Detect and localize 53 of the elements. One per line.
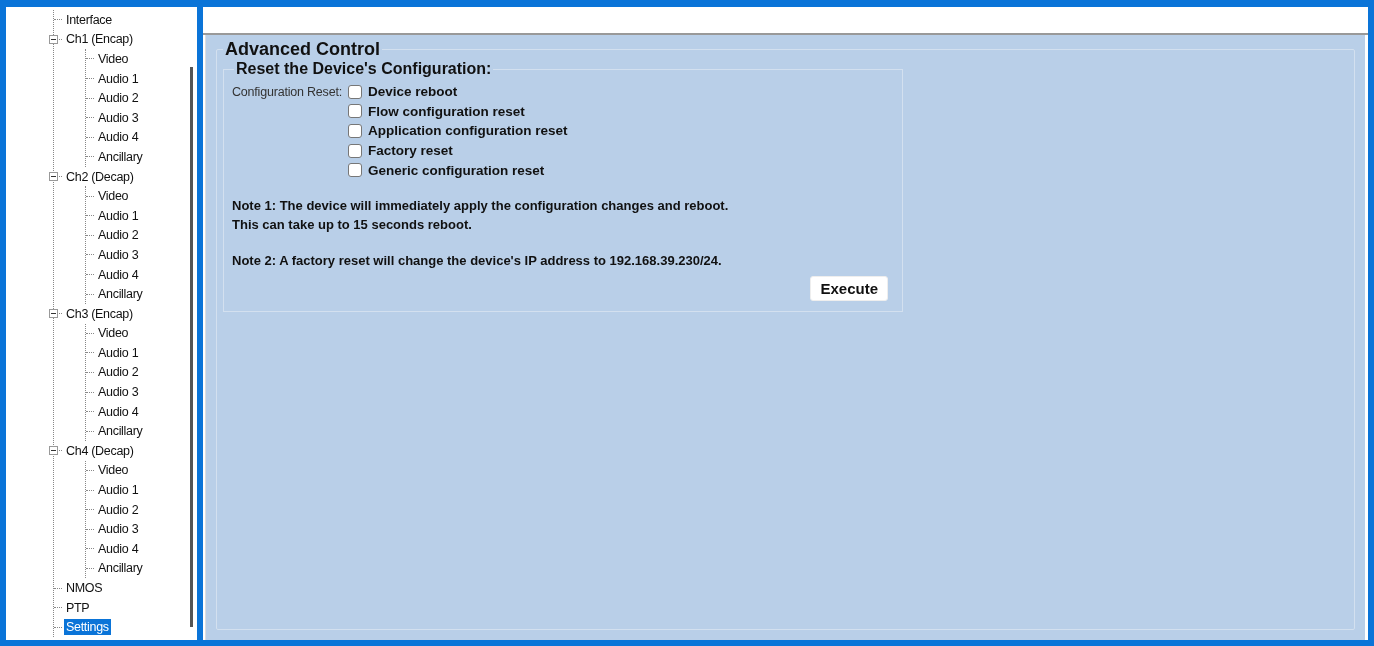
collapse-icon[interactable] — [49, 309, 58, 319]
tree-item[interactable]: Audio 1 — [96, 70, 141, 87]
tree-item[interactable]: Ancillary — [96, 423, 145, 440]
tree-item[interactable]: Audio 4 — [96, 540, 141, 557]
tree-item[interactable]: Ch4 (Decap) — [64, 442, 136, 459]
tree-item[interactable]: Ancillary — [96, 560, 145, 577]
group-title: Advanced Control — [224, 39, 381, 60]
group-title: Reset the Device's Configuration: — [235, 60, 493, 78]
checkbox[interactable] — [347, 84, 362, 99]
checkbox-label[interactable]: Flow configuration reset — [367, 103, 525, 119]
note-text: Note 1: The device will immediately apply the configuration changes and reboot. This can take up to 15 seconds reboot. — [232, 196, 730, 235]
tree-item[interactable]: Audio 2 — [96, 90, 141, 107]
checkbox[interactable] — [347, 104, 362, 119]
tree-item[interactable]: Ch1 (Encap) — [64, 31, 135, 48]
execute-button[interactable]: Execute — [810, 276, 888, 302]
collapse-icon[interactable] — [49, 172, 58, 182]
checkbox-label[interactable]: Device reboot — [367, 84, 458, 100]
tree-item[interactable]: Interface — [64, 11, 114, 28]
tree-item[interactable]: Audio 4 — [96, 266, 141, 283]
tree-item[interactable]: PTP — [64, 599, 92, 616]
tree-item[interactable]: Video — [96, 462, 131, 479]
tree-item[interactable]: Audio 1 — [96, 207, 141, 224]
tree-item[interactable]: Audio 3 — [96, 521, 141, 538]
note-text: Note 2: A factory reset will change the device's IP address to 192.168.39.230/24. — [232, 251, 723, 270]
tree-item[interactable]: Ancillary — [96, 148, 145, 165]
tree-item[interactable]: Audio 2 — [96, 501, 141, 518]
tree-item[interactable]: Audio 4 — [96, 403, 141, 420]
tree-item[interactable]: Video — [96, 51, 131, 67]
tree-item[interactable]: NMOS — [64, 580, 105, 596]
tree-item[interactable]: Audio 3 — [96, 109, 141, 126]
tree-item[interactable]: Audio 3 — [96, 384, 141, 401]
checkbox-label[interactable]: Application configuration reset — [367, 123, 568, 139]
field-label: Configuration Reset: — [232, 84, 342, 101]
checkbox[interactable] — [347, 143, 362, 158]
checkbox[interactable] — [347, 124, 362, 138]
tree-item[interactable]: Video — [96, 188, 131, 205]
tree-item[interactable]: Audio 1 — [96, 482, 141, 499]
tree-item[interactable]: Ancillary — [96, 286, 145, 303]
tree-item[interactable]: Audio 4 — [96, 129, 141, 146]
tree-item[interactable]: Audio 2 — [96, 227, 141, 244]
checkbox[interactable] — [347, 163, 362, 178]
tree-item[interactable]: Ch2 (Decap) — [64, 168, 136, 185]
checkbox-label[interactable]: Generic configuration reset — [367, 162, 545, 178]
tree-item[interactable]: Audio 1 — [96, 344, 141, 361]
collapse-icon[interactable] — [49, 446, 58, 456]
checkbox-label[interactable]: Factory reset — [367, 143, 453, 159]
tree-item[interactable]: Audio 2 — [96, 364, 141, 381]
tree-item[interactable]: Settings — [64, 619, 111, 636]
tree-item[interactable]: Ch3 (Encap) — [64, 305, 135, 322]
scrollbar[interactable] — [190, 67, 193, 627]
tree-item[interactable]: Video — [96, 325, 131, 342]
collapse-icon[interactable] — [49, 34, 58, 44]
tree-item[interactable]: Audio 3 — [96, 246, 141, 263]
